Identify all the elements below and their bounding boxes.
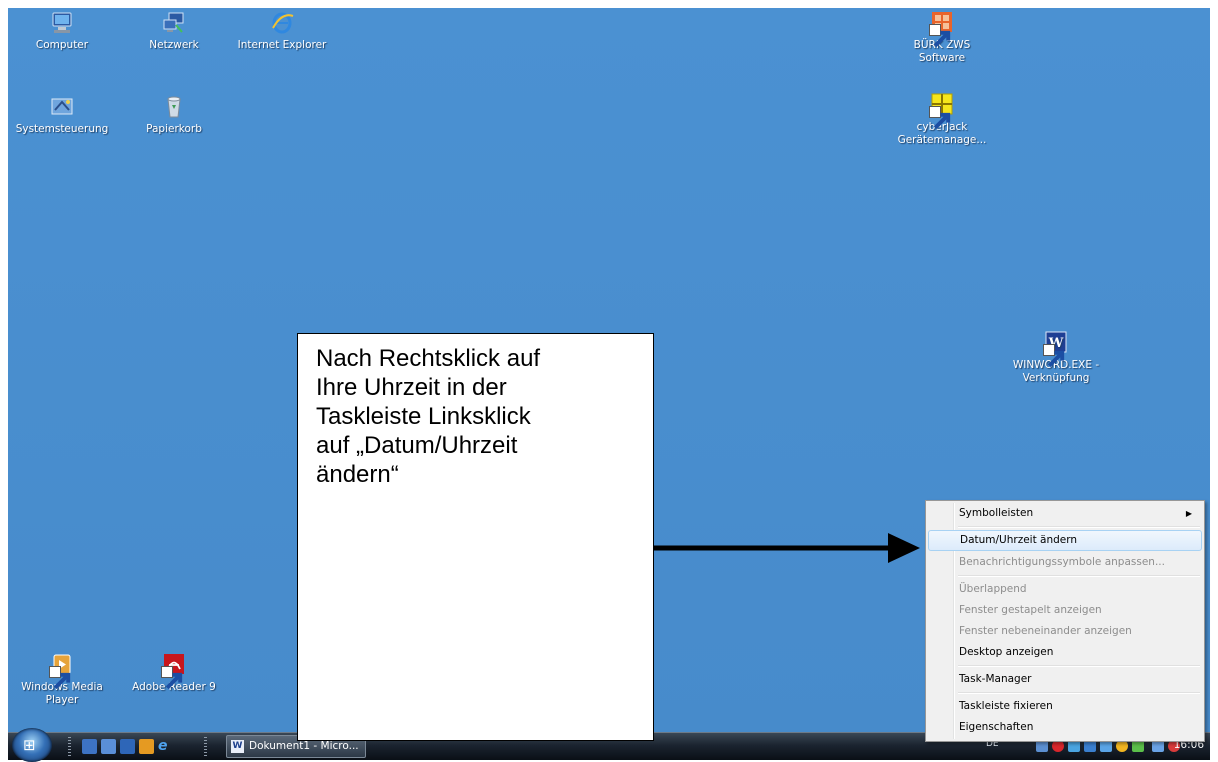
pointer-arrow xyxy=(654,533,920,563)
desktop-icon-windows-media-player[interactable]: Windows Media Player xyxy=(14,652,110,707)
desktop-icon-adobe-reader[interactable]: Adobe Reader 9 xyxy=(126,652,222,694)
menu-item-taskleiste-fixieren[interactable]: Taskleiste fixieren xyxy=(928,696,1202,717)
instruction-text: Nach Rechtsklick auf Ihre Uhrzeit in der… xyxy=(316,345,541,488)
menu-item-eigenschaften[interactable]: Eigenschaften xyxy=(928,717,1202,738)
menu-item-label: Task-Manager xyxy=(959,673,1032,685)
menu-separator xyxy=(958,665,1200,667)
menu-item-datum-uhrzeit-aendern[interactable]: Datum/Uhrzeit ändern xyxy=(928,530,1202,551)
switch-windows-icon[interactable] xyxy=(101,739,116,754)
taskbar-grip[interactable] xyxy=(204,737,207,757)
internet-explorer-icon xyxy=(269,10,295,36)
recycle-bin-icon xyxy=(161,94,187,120)
shortcut-arrow-icon xyxy=(161,666,183,690)
desktop-icon-label: Systemsteuerung xyxy=(15,123,109,135)
desktop-icon-control-panel[interactable]: Systemsteuerung xyxy=(14,94,110,136)
menu-item-ueberlappend[interactable]: Überlappend xyxy=(928,579,1202,600)
menu-item-label: Fenster nebeneinander anzeigen xyxy=(959,625,1132,637)
menu-item-desktop-anzeigen[interactable]: Desktop anzeigen xyxy=(928,642,1202,663)
desktop-icon-internet-explorer[interactable]: Internet Explorer xyxy=(234,10,330,52)
desktop-icon-recycle-bin[interactable]: Papierkorb xyxy=(126,94,222,136)
menu-separator xyxy=(958,575,1200,577)
menu-item-label: Taskleiste fixieren xyxy=(959,700,1053,712)
menu-item-task-manager[interactable]: Task-Manager xyxy=(928,669,1202,690)
submenu-arrow-icon: ▶ xyxy=(1185,509,1192,518)
menu-item-symbolleisten[interactable]: Symbolleisten ▶ xyxy=(928,503,1202,524)
show-desktop-icon[interactable] xyxy=(82,739,97,754)
menu-item-benachrichtigungssymbole[interactable]: Benachrichtigungssymbole anpassen... xyxy=(928,552,1202,573)
control-panel-icon xyxy=(49,94,75,120)
menu-separator xyxy=(958,526,1200,528)
shortcut-arrow-icon xyxy=(929,24,951,48)
windows-logo-icon: ⊞ xyxy=(23,736,36,754)
shortcut-arrow-icon xyxy=(1043,344,1065,368)
desktop-icon-winword[interactable]: W WINWORD.EXE - Verknüpfung xyxy=(1008,330,1104,385)
desktop-icon-cyberjack[interactable]: cyberJack Gerätemanage... xyxy=(894,92,990,147)
menu-item-label: Überlappend xyxy=(959,583,1027,595)
menu-item-fenster-gestapelt[interactable]: Fenster gestapelt anzeigen xyxy=(928,600,1202,621)
media-player-icon xyxy=(49,652,75,690)
shortcut-arrow-icon xyxy=(49,666,71,690)
network-icon xyxy=(161,10,187,36)
start-button[interactable]: ⊞ xyxy=(12,728,52,762)
shortcut-arrow-icon xyxy=(929,106,951,130)
desktop-icon-label: Papierkorb xyxy=(146,123,202,135)
taskbar-button-label: Dokument1 - Micro... xyxy=(249,740,359,752)
menu-item-label: Benachrichtigungssymbole anpassen... xyxy=(959,556,1165,568)
menu-item-label: Fenster gestapelt anzeigen xyxy=(959,604,1102,616)
desktop-icon-label: Netzwerk xyxy=(149,39,199,51)
menu-item-label: Symbolleisten xyxy=(959,507,1034,519)
desktop-icon-burk-zws[interactable]: BÜRK ZWS Software xyxy=(894,10,990,65)
word-icon: W xyxy=(231,740,244,753)
desktop-icon-label: Internet Explorer xyxy=(237,39,327,51)
desktop-icon-network[interactable]: Netzwerk xyxy=(126,10,222,52)
cyberjack-chip-icon xyxy=(929,92,955,130)
desktop-icon-label: Computer xyxy=(35,39,89,51)
word-document-icon: W xyxy=(1043,330,1069,368)
media-player-quicklaunch-icon[interactable] xyxy=(139,739,154,754)
computer-icon xyxy=(49,10,75,36)
internet-explorer-quicklaunch-icon[interactable]: e xyxy=(158,739,173,754)
desktop-icon-computer[interactable]: Computer xyxy=(14,10,110,52)
adobe-reader-icon xyxy=(161,652,187,690)
taskbar-context-menu: Symbolleisten ▶ Datum/Uhrzeit ändern Ben… xyxy=(925,500,1205,742)
menu-item-label: Datum/Uhrzeit ändern xyxy=(960,534,1078,546)
menu-item-fenster-nebeneinander[interactable]: Fenster nebeneinander anzeigen xyxy=(928,621,1202,642)
menu-item-label: Eigenschaften xyxy=(959,721,1034,733)
menu-separator xyxy=(958,692,1200,694)
menu-item-label: Desktop anzeigen xyxy=(959,646,1054,658)
calendar-icon[interactable] xyxy=(120,739,135,754)
burk-zws-app-icon xyxy=(929,10,955,48)
instruction-callout: Nach Rechtsklick auf Ihre Uhrzeit in der… xyxy=(297,333,654,741)
taskbar-grip[interactable] xyxy=(68,737,71,757)
